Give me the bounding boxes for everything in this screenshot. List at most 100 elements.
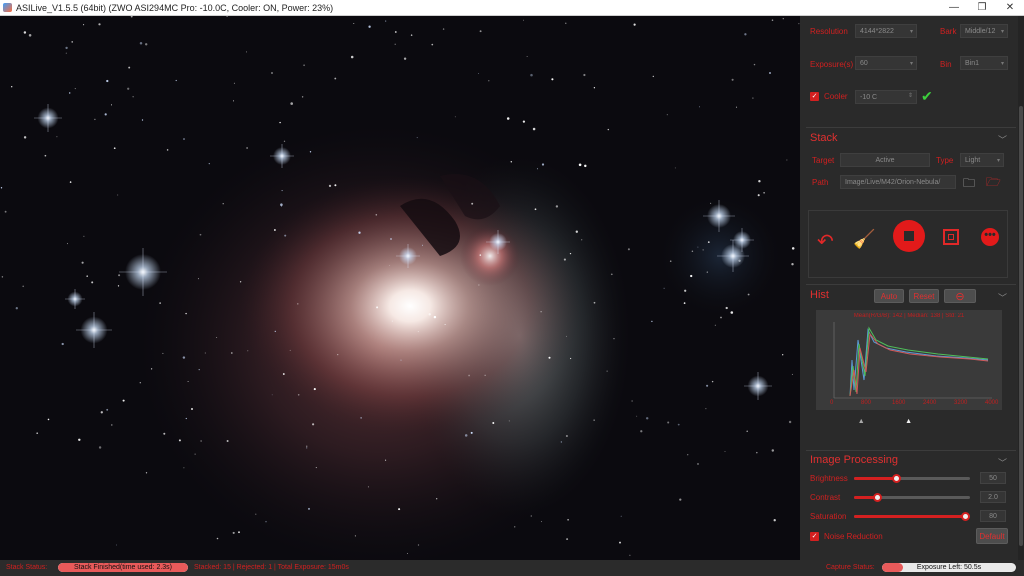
hist-tick-label: 800 (861, 400, 872, 406)
bit-label: Bark (940, 27, 957, 36)
hist-tick-label: 3200 (954, 400, 968, 406)
app-icon (3, 3, 12, 12)
cooler-row: ✓ Cooler (810, 92, 848, 101)
target-value: Active (875, 156, 895, 164)
chevron-down-icon[interactable]: ﹀ (998, 456, 1007, 469)
contrast-label: Contrast (810, 493, 841, 502)
saturation-knob[interactable] (961, 512, 971, 521)
contrast-slider[interactable] (854, 493, 970, 502)
saturation-slider[interactable] (854, 512, 971, 521)
exposure-label: Exposure(s) (810, 60, 854, 69)
open-folder-icon[interactable]: 🗁 (986, 173, 1001, 194)
high-marker-icon[interactable]: ▲ (905, 418, 912, 425)
hist-tick-label: 4000 (985, 400, 999, 406)
chevron-down-icon[interactable]: ﹀ (998, 133, 1007, 146)
exposure-left-text: Exposure Left: 50.5s (916, 564, 982, 571)
path-field[interactable]: Image/Live/M42/Orion-Nebula/ (840, 175, 956, 189)
stack-header: Stack (810, 132, 838, 144)
cooler-checkbox[interactable]: ✓ (810, 92, 819, 101)
folder-select-icon[interactable]: 🗀 (963, 174, 975, 195)
stack-actions: ↶ 🧹 ••• (808, 210, 1008, 278)
hist-tick-label: 1600 (892, 400, 906, 406)
spin-arrows-icon: ⇕ (907, 93, 913, 99)
type-value: Light (965, 156, 981, 164)
noise-label: Noise Reduction (824, 532, 883, 541)
resolution-value: 4144*2822 (860, 27, 894, 35)
type-label: Type (936, 156, 954, 165)
noise-row: ✓ Noise Reduction (810, 532, 883, 541)
target-field[interactable]: Active (840, 153, 930, 167)
stack-progress-bar: Stack Finished(time used: 2.3s) (58, 563, 188, 572)
processing-divider (806, 450, 1016, 451)
stop-icon (904, 231, 914, 241)
saturation-label: Saturation (810, 512, 847, 521)
resolution-select[interactable]: 4144*2822 ▾ (855, 24, 917, 38)
zoom-icon[interactable]: ⊖ (944, 289, 976, 303)
restore-button[interactable]: ❐ (968, 0, 996, 16)
nebula-image (0, 16, 800, 560)
minimize-button[interactable]: — (940, 0, 968, 16)
brightness-value[interactable]: 50 (980, 472, 1006, 484)
title-bar: ASILive_V1.5.5 (64bit) (ZWO ASI294MC Pro… (0, 0, 1024, 16)
target-label: Target (812, 156, 835, 165)
chevron-down-icon[interactable]: ﹀ (998, 291, 1007, 304)
bin-select[interactable]: Bin1 ▾ (960, 56, 1008, 70)
clear-icon[interactable]: 🧹 (853, 229, 875, 250)
stack-divider (806, 127, 1016, 128)
cooler-label: Cooler (824, 92, 848, 101)
reset-button[interactable]: Reset (909, 289, 939, 303)
contrast-knob[interactable] (873, 493, 883, 502)
bit-value: Middle/12 (965, 27, 996, 35)
exposure-value: 60 (860, 59, 868, 67)
window-title: ASILive_V1.5.5 (64bit) (ZWO ASI294MC Pro… (16, 2, 334, 13)
control-panel: Resolution 4144*2822 ▾ Bark Middle/12 ▾ Ex… (800, 16, 1024, 560)
close-button[interactable]: ✕ (996, 0, 1024, 16)
hist-divider (806, 284, 1016, 285)
status-bar: Stack Status: Stack Finished(time used: … (0, 560, 1024, 576)
type-select[interactable]: Light ▾ (960, 153, 1004, 167)
brightness-label: Brightness (810, 474, 848, 483)
capture-status-label: Capture Status: (826, 564, 875, 571)
fullscreen-icon[interactable] (943, 229, 959, 245)
brightness-knob[interactable] (891, 474, 901, 483)
undo-icon[interactable]: ↶ (817, 229, 834, 254)
chevron-down-icon: ▾ (1000, 29, 1004, 35)
path-value: Image/Live/M42/Orion-Nebula/ (845, 178, 941, 186)
contrast-value[interactable]: 2.0 (980, 491, 1006, 503)
bin-value: Bin1 (965, 59, 980, 67)
stop-button[interactable] (893, 220, 925, 252)
bit-select[interactable]: Middle/12 ▾ (960, 24, 1008, 38)
scroll-thumb[interactable] (1019, 106, 1023, 546)
apply-check-icon[interactable]: ✔ (921, 88, 933, 105)
auto-button[interactable]: Auto (874, 289, 904, 303)
more-icon[interactable]: ••• (981, 228, 999, 246)
panel-scrollbar[interactable] (1018, 16, 1024, 560)
stack-info: Stacked: 15 | Rejected: 1 | Total Exposu… (194, 564, 349, 571)
exposure-select[interactable]: 60 ▾ (855, 56, 917, 70)
cooler-temp-spinbox[interactable]: -10 C ⇕ (855, 90, 917, 104)
low-marker-icon[interactable]: ▲ (858, 418, 865, 425)
hist-tick-label: 2400 (923, 400, 937, 406)
histogram-panel: Mean(R/G/B): 142 | Median: 138 | Std: 21… (816, 310, 1002, 410)
hist-header: Hist (810, 289, 829, 301)
chevron-down-icon: ▾ (1000, 61, 1004, 67)
processing-header: Image Processing (810, 454, 899, 466)
exposure-progress-bar: Exposure Left: 50.5s (882, 563, 1016, 572)
path-label: Path (812, 178, 829, 187)
default-button[interactable]: Default (976, 528, 1008, 544)
stack-status-label: Stack Status: (6, 564, 48, 571)
chevron-down-icon: ▾ (996, 158, 1000, 164)
saturation-fill (854, 515, 966, 518)
chevron-down-icon: ▾ (909, 61, 913, 67)
stack-progress-text: Stack Finished(time used: 2.3s) (73, 564, 173, 571)
cooler-temp-value: -10 C (860, 93, 878, 101)
image-viewer[interactable] (0, 16, 800, 560)
resolution-label: Resolution (810, 27, 848, 36)
fullscreen-inner (948, 234, 954, 240)
brightness-slider[interactable] (854, 474, 970, 483)
histogram-chart (833, 322, 992, 399)
chevron-down-icon: ▾ (909, 29, 913, 35)
noise-checkbox[interactable]: ✓ (810, 532, 819, 541)
saturation-value[interactable]: 80 (980, 510, 1006, 522)
bin-label: Bin (940, 60, 952, 69)
